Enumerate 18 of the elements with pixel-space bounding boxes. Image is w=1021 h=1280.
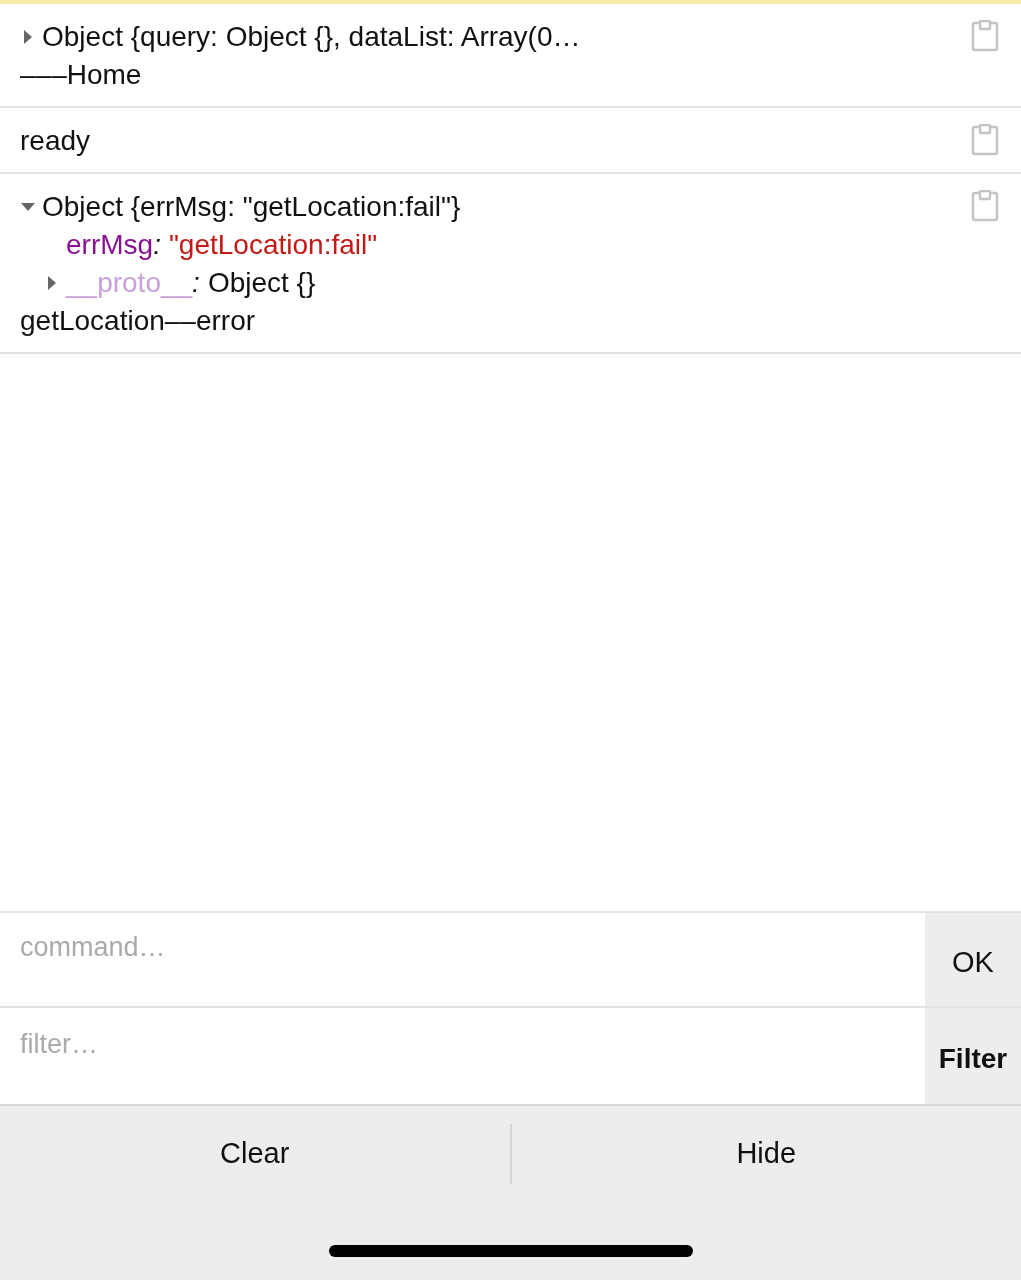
- log-text: getLocation––error: [20, 304, 257, 338]
- clipboard-icon[interactable]: [971, 124, 999, 156]
- log-text: –––Home: [20, 58, 143, 92]
- property-key: errMsg: [66, 226, 154, 264]
- filter-button[interactable]: Filter: [925, 1008, 1021, 1104]
- object-summary[interactable]: Object {errMsg: "getLocation:fail"}: [42, 188, 461, 226]
- property-value: Object {}: [207, 266, 316, 300]
- clipboard-icon[interactable]: [971, 20, 999, 52]
- log-text: ready: [20, 124, 92, 158]
- key-separator: :: [192, 266, 200, 300]
- object-summary[interactable]: Object {query: Object {}, dataList: Array(0…: [42, 18, 581, 56]
- clipboard-icon[interactable]: [971, 190, 999, 222]
- toolbar-button[interactable]: Hide: [511, 1106, 1021, 1201]
- ok-button[interactable]: OK: [925, 913, 1021, 1006]
- toolbar-button[interactable]: Clear: [0, 1106, 510, 1201]
- property-key: __proto__: [66, 264, 193, 302]
- key-separator: :: [153, 228, 161, 262]
- property-value: "getLocation:fail": [168, 228, 378, 262]
